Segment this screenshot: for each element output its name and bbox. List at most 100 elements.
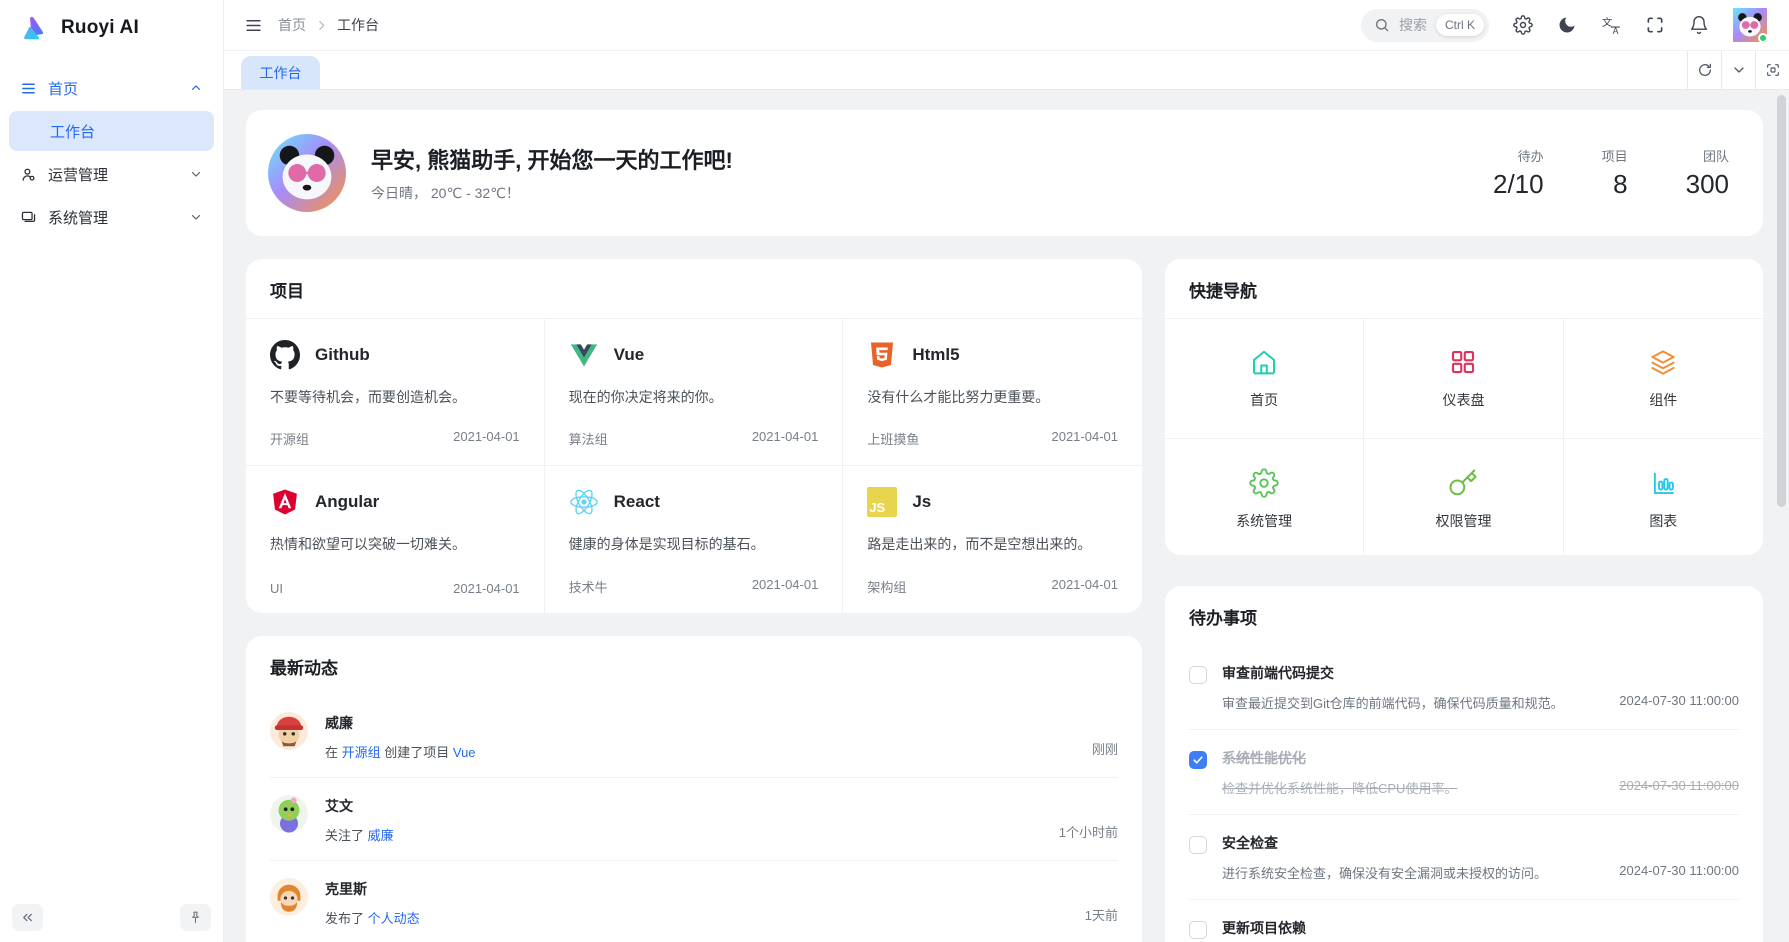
project-name: React — [614, 492, 660, 512]
sidebar-item-home[interactable]: 首页 — [9, 68, 214, 108]
todo-description: 审查最近提交到Git仓库的前端代码，确保代码质量和规范。 — [1222, 693, 1564, 712]
todo-item: 安全检查 进行系统安全检查，确保没有安全漏洞或未授权的访问。 2024-07-3… — [1189, 815, 1739, 900]
news-time: 1个小时前 — [1059, 822, 1118, 844]
sidebar-item-system[interactable]: 系统管理 — [9, 197, 214, 237]
pin-sidebar-button[interactable] — [180, 904, 211, 931]
welcome-title: 早安, 熊猫助手, 开始您一天的工作吧! — [371, 143, 733, 175]
project-head: JS Js — [867, 487, 1118, 517]
quick-nav-item[interactable]: 仪表盘 — [1364, 319, 1563, 439]
project-group: UI — [270, 581, 283, 596]
project-footer: 技术牛 2021-04-01 — [569, 577, 819, 596]
moon-icon[interactable] — [1557, 15, 1577, 35]
todo-title: 审查前端代码提交 — [1222, 663, 1739, 683]
project-name: Github — [315, 345, 370, 365]
project-footer: 开源组 2021-04-01 — [270, 429, 520, 448]
double-chevron-left-icon — [20, 910, 35, 925]
quick-nav-label: 图表 — [1649, 511, 1677, 531]
welcome-subtitle: 今日晴， 20℃ - 32℃！ — [371, 183, 733, 203]
news-action: 发布了 个人动态 — [325, 908, 1085, 927]
todo-title: 安全检查 — [1222, 833, 1739, 853]
todo-checkbox[interactable] — [1189, 921, 1207, 939]
maximize-content-button[interactable] — [1755, 51, 1789, 89]
todo-date: 2024-07-30 11:00:00 — [1619, 863, 1739, 882]
translate-icon[interactable]: 文A — [1601, 15, 1621, 35]
project-name: Js — [912, 492, 931, 512]
svg-text:A: A — [1613, 26, 1619, 35]
green-bird-avatar — [270, 795, 308, 833]
sidebar-item-operations[interactable]: 运营管理 — [9, 154, 214, 194]
project-description: 热情和欲望可以突破一切难关。 — [270, 534, 520, 554]
user-icon — [20, 166, 37, 183]
news-link[interactable]: 威廉 — [368, 828, 394, 843]
refresh-button[interactable] — [1687, 51, 1721, 89]
project-head: React — [569, 487, 819, 517]
hamburger-menu-icon[interactable] — [244, 16, 263, 35]
news-body: 威廉 在 开源组 创建了项目 Vue — [325, 712, 1092, 761]
news-card: 最新动态 威廉 在 开源组 创建了项目 Vue 刚刚 艾文 关注了 威廉 1个小… — [246, 636, 1142, 942]
project-head: Github — [270, 340, 520, 370]
todo-checkbox[interactable] — [1189, 836, 1207, 854]
tab-workbench[interactable]: 工作台 — [241, 56, 320, 89]
quick-nav-item[interactable]: 组件 — [1564, 319, 1763, 439]
news-body: 艾文 关注了 威廉 — [325, 795, 1059, 844]
quick-nav-item[interactable]: 图表 — [1564, 439, 1763, 559]
projects-card-title: 项目 — [246, 259, 1142, 319]
todos-card-title: 待办事项 — [1165, 586, 1763, 645]
vue-logo-icon — [569, 340, 599, 370]
chevron-down-icon — [1731, 62, 1747, 78]
project-group: 开源组 — [270, 429, 309, 448]
news-action: 在 开源组 创建了项目 Vue — [325, 742, 1092, 761]
todo-checkbox[interactable] — [1189, 666, 1207, 684]
todo-description: 检查并优化系统性能，降低CPU使用率。 — [1222, 778, 1457, 797]
main-area: 首页 工作台 搜索 Ctrl K — [224, 0, 1789, 942]
welcome-card: 早安, 熊猫助手, 开始您一天的工作吧! 今日晴， 20℃ - 32℃！ 待办 … — [246, 110, 1763, 236]
stat-label: 团队 — [1686, 146, 1729, 165]
collapse-sidebar-button[interactable] — [12, 904, 43, 931]
search-input[interactable]: 搜索 Ctrl K — [1361, 9, 1489, 42]
gear-icon — [1249, 468, 1279, 498]
quick-nav-item[interactable]: 权限管理 — [1364, 439, 1563, 559]
todo-detail-row: 审查最近提交到Git仓库的前端代码，确保代码质量和规范。 2024-07-30 … — [1222, 693, 1739, 712]
project-cell[interactable]: Angular 热情和欲望可以突破一切难关。 UI 2021-04-01 — [246, 466, 545, 613]
menu-icon — [20, 80, 37, 97]
red-cap-avatar — [270, 712, 308, 750]
news-link[interactable]: Vue — [453, 745, 476, 760]
todo-detail-row: 进行系统安全检查，确保没有安全漏洞或未授权的访问。 2024-07-30 11:… — [1222, 863, 1739, 882]
pin-icon — [188, 910, 203, 925]
quick-nav-item[interactable]: 系统管理 — [1165, 439, 1364, 559]
tab-options-button[interactable] — [1721, 51, 1755, 89]
project-cell[interactable]: Github 不要等待机会，而要创造机会。 开源组 2021-04-01 — [246, 319, 545, 466]
sidebar-item-label: 系统管理 — [48, 207, 108, 228]
project-cell[interactable]: JS Js 路是走出来的，而不是空想出来的。 架构组 2021-04-01 — [843, 466, 1142, 613]
breadcrumb-home[interactable]: 首页 — [278, 15, 306, 35]
react-logo-icon — [569, 487, 599, 517]
news-user-name: 威廉 — [325, 713, 1092, 733]
projects-grid: Github 不要等待机会，而要创造机会。 开源组 2021-04-01 Vue… — [246, 319, 1142, 613]
news-text: 关注了 — [325, 828, 368, 843]
refresh-icon — [1697, 62, 1713, 78]
user-avatar[interactable] — [1733, 8, 1767, 42]
project-footer: 架构组 2021-04-01 — [867, 577, 1118, 596]
scrollbar-thumb[interactable] — [1777, 95, 1786, 507]
todo-description: 进行系统安全检查，确保没有安全漏洞或未授权的访问。 — [1222, 863, 1547, 882]
news-link[interactable]: 个人动态 — [368, 911, 420, 926]
project-cell[interactable]: React 健康的身体是实现目标的基石。 技术牛 2021-04-01 — [545, 466, 844, 613]
orange-beard-avatar — [270, 878, 308, 916]
fullscreen-icon[interactable] — [1645, 15, 1665, 35]
home-icon — [1249, 347, 1279, 377]
project-head: Html5 — [867, 340, 1118, 370]
maximize-icon — [1765, 62, 1781, 78]
stat-block: 待办 2/10 — [1493, 146, 1544, 200]
project-cell[interactable]: Vue 现在的你决定将来的你。 算法组 2021-04-01 — [545, 319, 844, 466]
quick-nav-item[interactable]: 首页 — [1165, 319, 1364, 439]
app-title: Ruoyi AI — [61, 17, 139, 39]
settings-icon[interactable] — [1513, 15, 1533, 35]
html5-logo-icon — [867, 340, 897, 370]
project-cell[interactable]: Html5 没有什么才能比努力更重要。 上班摸鱼 2021-04-01 — [843, 319, 1142, 466]
news-card-title: 最新动态 — [246, 636, 1142, 695]
todo-checkbox[interactable] — [1189, 751, 1207, 769]
sidebar-item-workbench[interactable]: 工作台 — [9, 111, 214, 151]
scrollbar[interactable] — [1775, 93, 1788, 940]
news-link[interactable]: 开源组 — [342, 745, 381, 760]
bell-icon[interactable] — [1689, 15, 1709, 35]
